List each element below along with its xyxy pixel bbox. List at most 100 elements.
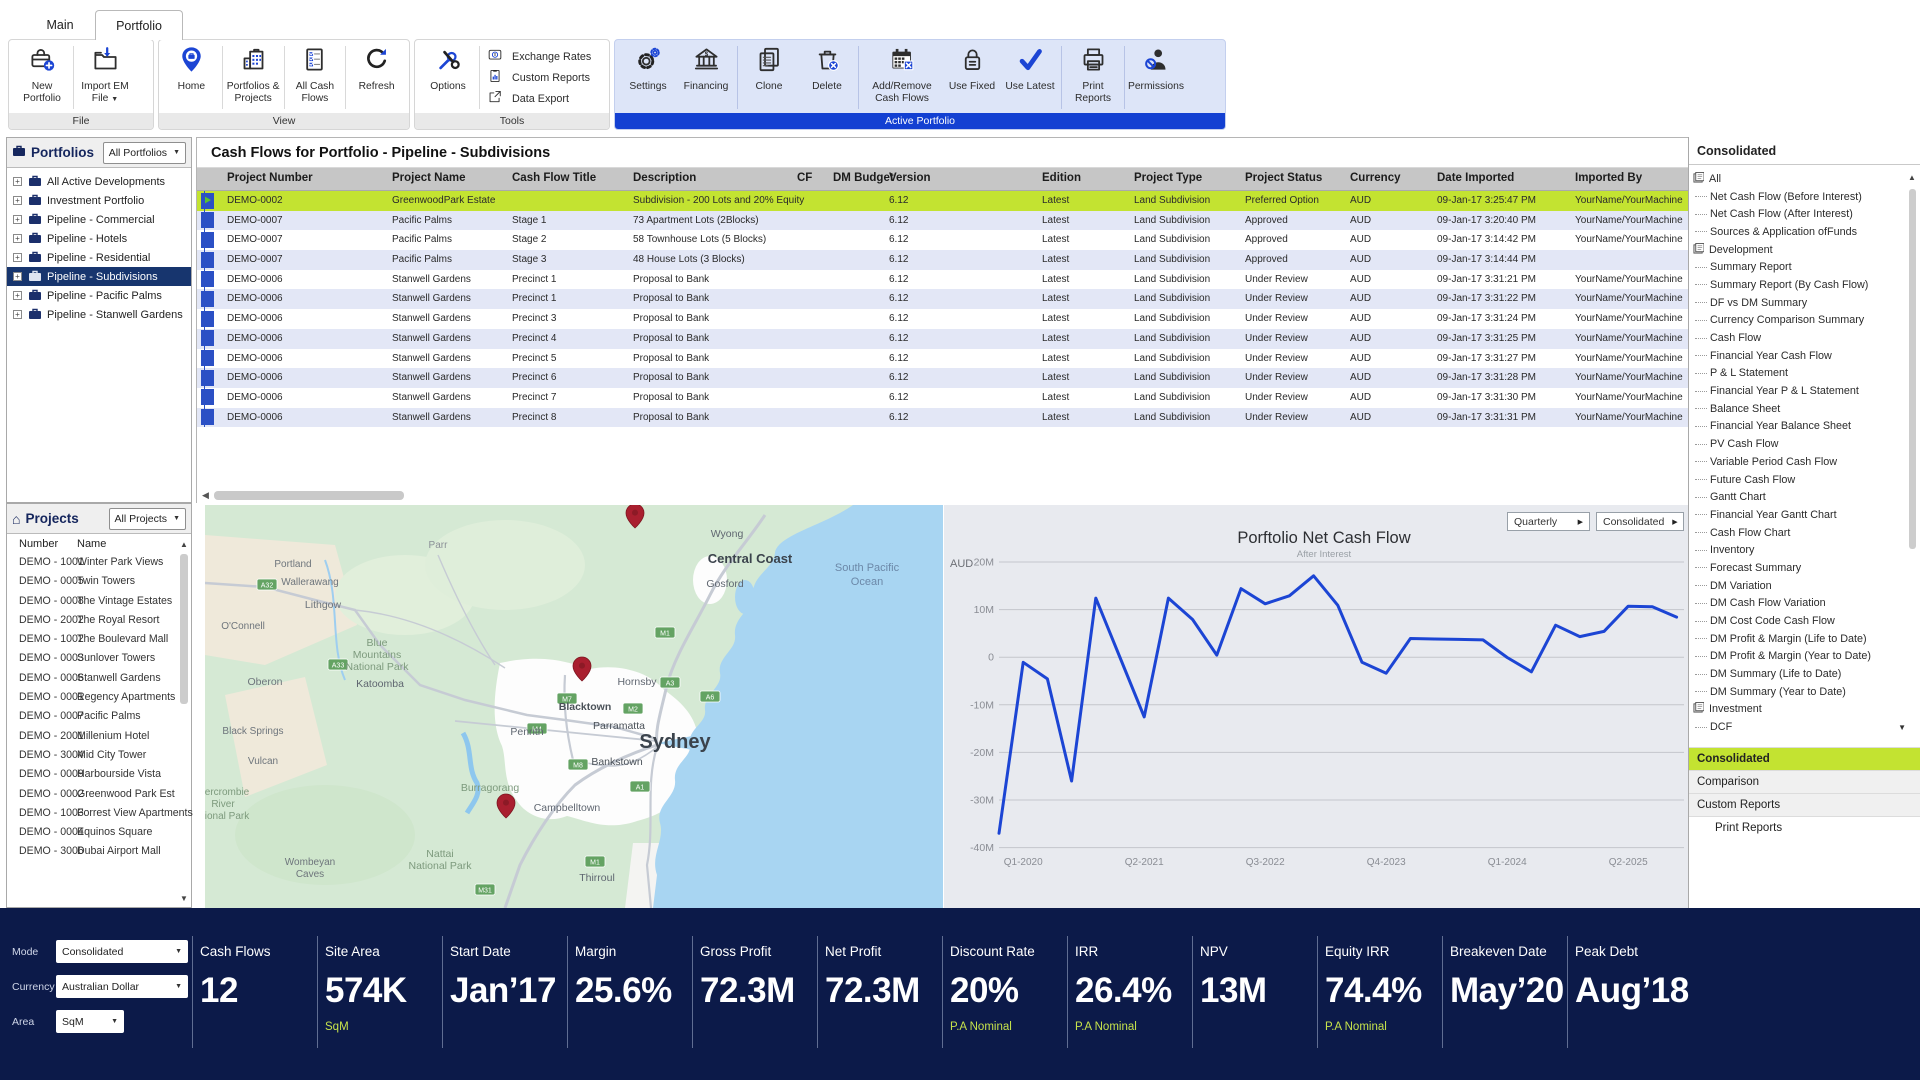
expand-icon[interactable]: + <box>13 215 22 224</box>
project-row[interactable]: DEMO - 0003Sunlover Towers <box>7 650 191 669</box>
report-item-cash-flow[interactable]: Cash Flow <box>1689 329 1920 347</box>
report-item-dm-profit-margin-life-to-date-[interactable]: DM Profit & Margin (Life to Date) <box>1689 630 1920 648</box>
report-item-financial-year-cash-flow[interactable]: Financial Year Cash Flow <box>1689 347 1920 365</box>
home-button[interactable]: Home <box>163 42 220 113</box>
row-handle[interactable] <box>201 330 214 346</box>
report-item-balance-sheet[interactable]: Balance Sheet <box>1689 400 1920 418</box>
add-remove-cash-flows-button[interactable]: Add/Remove Cash Flows <box>861 42 943 113</box>
expand-icon[interactable]: + <box>13 177 22 186</box>
cashflow-row[interactable]: DEMO-0007Pacific PalmsStage 173 Apartmen… <box>197 211 1688 231</box>
row-handle[interactable] <box>201 291 214 307</box>
section-consolidated[interactable]: Consolidated <box>1689 747 1920 770</box>
projects-scroll-thumb[interactable] <box>180 554 188 704</box>
report-item-dm-cost-code-cash-flow[interactable]: DM Cost Code Cash Flow <box>1689 612 1920 630</box>
tab-main[interactable]: Main <box>30 10 90 40</box>
cashflow-row[interactable]: DEMO-0006Stanwell GardensPrecinct 8Propo… <box>197 408 1688 428</box>
project-row[interactable]: DEMO - 0005Twin Towers <box>7 573 191 592</box>
area-dropdown[interactable]: SqM▼ <box>56 1010 124 1033</box>
row-handle[interactable] <box>201 212 214 228</box>
cashflow-row[interactable]: DEMO-0006Stanwell GardensPrecinct 5Propo… <box>197 349 1688 369</box>
cashflow-row[interactable]: DEMO-0002GreenwoodPark EstateSubdivision… <box>197 191 1688 211</box>
row-handle[interactable] <box>201 311 214 327</box>
report-item-dm-summary-year-to-date-[interactable]: DM Summary (Year to Date) <box>1689 683 1920 701</box>
permissions-button[interactable]: Permissions <box>1127 42 1185 113</box>
report-item-dcf[interactable]: DCF▼ <box>1689 718 1920 736</box>
cashflow-row[interactable]: DEMO-0007Pacific PalmsStage 348 House Lo… <box>197 250 1688 270</box>
col-header-project-status[interactable]: Project Status <box>1245 172 1322 184</box>
row-handle[interactable] <box>201 370 214 386</box>
custom-reports-button[interactable]: Custom Reports <box>488 67 591 88</box>
project-row[interactable]: DEMO - 0008The Vintage Estates <box>7 593 191 612</box>
row-handle[interactable] <box>201 252 214 268</box>
options-button[interactable]: Options <box>419 42 477 113</box>
report-item-future-cash-flow[interactable]: Future Cash Flow <box>1689 471 1920 489</box>
row-handle[interactable] <box>201 350 214 366</box>
section-comparison[interactable]: Comparison <box>1689 770 1920 793</box>
project-row[interactable]: DEMO - 1001Winter Park Views <box>7 554 191 573</box>
data-export-button[interactable]: Data Export <box>488 88 591 109</box>
portfolio-item-pipeline-pacific-palms[interactable]: +Pipeline - Pacific Palms <box>7 286 191 305</box>
cashflow-row[interactable]: DEMO-0006Stanwell GardensPrecinct 3Propo… <box>197 309 1688 329</box>
chevron-down-icon[interactable]: ▼ <box>1898 723 1906 732</box>
report-item-net-cash-flow-before-interest-[interactable]: Net Cash Flow (Before Interest) <box>1689 188 1920 206</box>
report-item-financial-year-p-l-statement[interactable]: Financial Year P & L Statement <box>1689 382 1920 400</box>
report-item-currency-comparison-summary[interactable]: Currency Comparison Summary <box>1689 312 1920 330</box>
project-row[interactable]: DEMO - 2002The Royal Resort <box>7 612 191 631</box>
table-hscroll-thumb[interactable] <box>214 491 404 500</box>
map-view[interactable]: A32 A33 M1 A3 A6 M2 M7 M4 M8 A1 M31 M1Pa… <box>205 505 943 908</box>
tab-portfolio[interactable]: Portfolio <box>95 10 183 40</box>
scroll-up-icon[interactable]: ▲ <box>180 540 188 549</box>
new-portfolio-button[interactable]: New Portfolio <box>13 42 71 113</box>
cashflow-row[interactable]: DEMO-0006Stanwell GardensPrecinct 4Propo… <box>197 329 1688 349</box>
use-latest-button[interactable]: Use Latest <box>1001 42 1059 113</box>
report-item-dm-cash-flow-variation[interactable]: DM Cash Flow Variation <box>1689 595 1920 613</box>
report-item-cash-flow-chart[interactable]: Cash Flow Chart <box>1689 524 1920 542</box>
report-item-summary-report-by-cash-flow-[interactable]: Summary Report (By Cash Flow) <box>1689 276 1920 294</box>
col-header-imported-by[interactable]: Imported By <box>1575 172 1642 184</box>
col-header-description[interactable]: Description <box>633 172 696 184</box>
row-handle[interactable] <box>201 193 214 209</box>
col-header-project-number[interactable]: Project Number <box>227 172 313 184</box>
row-handle[interactable] <box>201 389 214 405</box>
currency-dropdown[interactable]: Australian Dollar▼ <box>56 975 188 998</box>
col-header-cash-flow-title[interactable]: Cash Flow Title <box>512 172 596 184</box>
chart-mode-dropdown[interactable]: Consolidated ▶ <box>1596 512 1684 531</box>
portfolios-filter-dropdown[interactable]: All Portfolios ▼ <box>103 142 186 164</box>
project-row[interactable]: DEMO - 0001Regency Apartments <box>7 689 191 708</box>
map-canvas[interactable]: A32 A33 M1 A3 A6 M2 M7 M4 M8 A1 M31 M1Pa… <box>205 505 943 908</box>
expand-icon[interactable]: + <box>13 272 22 281</box>
all-cash-flows-button[interactable]: All Cash Flows <box>287 42 344 113</box>
use-fixed-button[interactable]: Use Fixed <box>943 42 1001 113</box>
project-row[interactable]: DEMO - 0004Equinos Square <box>7 824 191 843</box>
import-em-file-button[interactable]: Import EM File ▼ <box>76 42 134 113</box>
cashflow-row[interactable]: DEMO-0006Stanwell GardensPrecinct 6Propo… <box>197 368 1688 388</box>
project-row[interactable]: DEMO - 3006Dubai Airport Mall <box>7 843 191 862</box>
portfolio-item-pipeline-commercial[interactable]: +Pipeline - Commercial <box>7 210 191 229</box>
report-item-forecast-summary[interactable]: Forecast Summary <box>1689 559 1920 577</box>
portfolio-item-pipeline-hotels[interactable]: +Pipeline - Hotels <box>7 229 191 248</box>
scroll-left-icon[interactable]: ◀ <box>202 490 209 501</box>
report-item-financial-year-balance-sheet[interactable]: Financial Year Balance Sheet <box>1689 418 1920 436</box>
report-item-variable-period-cash-flow[interactable]: Variable Period Cash Flow <box>1689 453 1920 471</box>
refresh-button[interactable]: Refresh <box>348 42 405 113</box>
chart-period-dropdown[interactable]: Quarterly ▶ <box>1507 512 1590 531</box>
row-handle[interactable] <box>201 271 214 287</box>
report-item-dm-summary-life-to-date-[interactable]: DM Summary (Life to Date) <box>1689 665 1920 683</box>
financing-button[interactable]: $Financing <box>677 42 735 113</box>
expand-icon[interactable]: + <box>13 196 22 205</box>
expand-icon[interactable]: + <box>13 234 22 243</box>
col-header-date-imported[interactable]: Date Imported <box>1437 172 1514 184</box>
exchange-rates-button[interactable]: 0Exchange Rates <box>488 46 591 67</box>
portfolio-item-pipeline-residential[interactable]: +Pipeline - Residential <box>7 248 191 267</box>
table-hscrollbar[interactable]: ◀ <box>196 489 946 503</box>
project-row[interactable]: DEMO - 0006Stanwell Gardens <box>7 670 191 689</box>
report-item-development[interactable]: Development <box>1689 241 1920 259</box>
project-row[interactable]: DEMO - 3004Mid City Tower <box>7 747 191 766</box>
expand-icon[interactable]: + <box>13 253 22 262</box>
col-header-currency[interactable]: Currency <box>1350 172 1401 184</box>
portfolio-item-investment-portfolio[interactable]: +Investment Portfolio <box>7 191 191 210</box>
scroll-up-icon[interactable]: ▲ <box>1908 173 1916 182</box>
projects-scrollbar[interactable]: ▲ ▼ <box>179 540 189 903</box>
expand-icon[interactable]: + <box>13 291 22 300</box>
report-item-all[interactable]: All <box>1689 170 1920 188</box>
